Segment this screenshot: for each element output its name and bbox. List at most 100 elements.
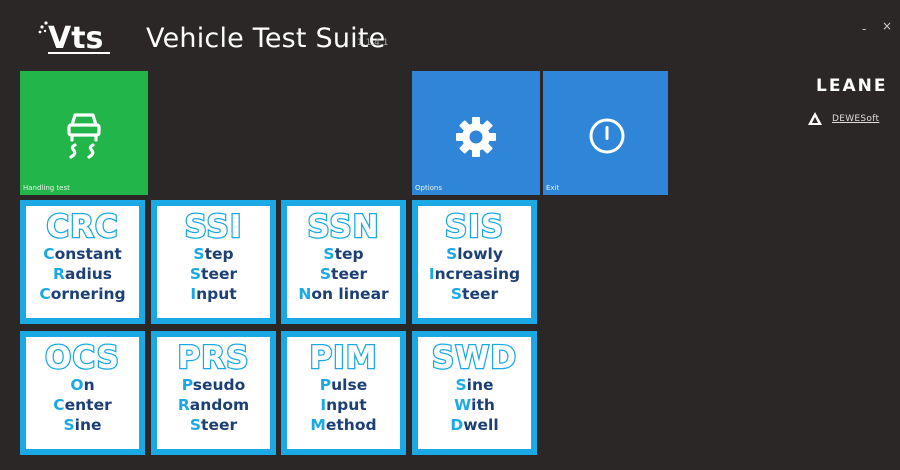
svg-text:Vts: Vts [48, 21, 103, 56]
line-initial: P [319, 376, 332, 394]
line-initial: O [70, 376, 84, 394]
line-rest: teer [201, 265, 238, 283]
power-icon [589, 118, 625, 154]
gear-icon [456, 117, 496, 157]
line-initial: C [43, 245, 55, 263]
line-rest: tep [204, 245, 234, 263]
line-rest: ncreasing [434, 265, 521, 283]
test-description-line: Input [287, 395, 400, 415]
test-abbreviation: OCS [44, 340, 121, 376]
test-button-prs[interactable]: PRS Pseudo Random Steer [151, 331, 276, 455]
line-initial: C [53, 396, 65, 414]
test-description-line: Dwell [418, 415, 531, 435]
test-description-line: Steer [287, 264, 400, 284]
options-label: Options [415, 184, 443, 192]
line-rest: teer [201, 416, 238, 434]
test-description-line: Step [287, 244, 400, 264]
line-initial: S [193, 245, 205, 263]
line-rest: ethod [325, 416, 377, 434]
test-description-line: Input [157, 284, 270, 304]
handling-test-tile[interactable]: Handling test [20, 71, 148, 195]
test-description-line: Pulse [287, 375, 400, 395]
handling-test-label: Handling test [23, 184, 70, 192]
line-rest: teer [462, 285, 499, 303]
line-initial: S [189, 416, 202, 434]
test-description-line: Radius [26, 264, 139, 284]
test-description-line: Cornering [26, 284, 139, 304]
line-rest: ine [466, 376, 494, 394]
line-rest: tep [334, 245, 364, 263]
line-rest: ith [471, 396, 495, 414]
test-description-line: On [26, 375, 139, 395]
test-description-line: Pseudo [157, 375, 270, 395]
test-description-line: Center [26, 395, 139, 415]
test-button-sis[interactable]: SIS Slowly Increasing Steer [412, 200, 537, 324]
test-button-crc[interactable]: CRC Constant Radius Cornering [20, 200, 145, 324]
app-version: 1.1.4.1 [357, 38, 389, 48]
line-initial: C [39, 285, 51, 303]
line-rest: seudo [192, 376, 246, 394]
test-abbreviation: CRC [45, 209, 119, 245]
line-rest: adius [64, 265, 113, 283]
test-button-ssn[interactable]: SSN Step Steer Non linear [281, 200, 406, 324]
dewesoft-icon [808, 112, 822, 125]
test-description-line: Non linear [287, 284, 400, 304]
test-button-ocs[interactable]: OCS On Center Sine [20, 331, 145, 455]
line-initial: R [177, 396, 190, 414]
line-rest: ulse [331, 376, 368, 394]
leane-logo: LEANE [816, 76, 888, 96]
line-initial: R [52, 265, 65, 283]
test-button-swd[interactable]: SWD Sine With Dwell [412, 331, 537, 455]
test-abbreviation: PIM [308, 340, 378, 376]
line-rest: enter [64, 396, 112, 414]
test-description-line: Constant [26, 244, 139, 264]
app-title: Vehicle Test Suite [146, 23, 386, 54]
dewesoft-text: DEWESoft [832, 113, 880, 124]
dewesoft-logo: DEWESoft [808, 112, 879, 125]
test-abbreviation: PRS [176, 340, 250, 376]
line-initial: S [63, 416, 75, 434]
line-rest: lowly [457, 245, 503, 263]
line-initial: S [319, 265, 332, 283]
test-abbreviation: SIS [444, 209, 505, 245]
test-description-line: Sine [418, 375, 531, 395]
line-initial: W [454, 396, 472, 414]
line-initial: D [450, 416, 464, 434]
vts-logo: Vts [38, 21, 110, 56]
minimize-button[interactable]: - [862, 22, 866, 36]
line-rest: n [83, 376, 95, 394]
line-initial: N [298, 285, 312, 303]
line-rest: ine [74, 416, 102, 434]
line-rest: well [463, 416, 499, 434]
line-rest: andom [189, 396, 250, 414]
line-initial: S [450, 285, 463, 303]
test-description-line: Method [287, 415, 400, 435]
exit-tile[interactable]: Exit [543, 71, 668, 195]
line-initial: S [455, 376, 467, 394]
close-button[interactable]: × [882, 19, 892, 33]
test-description-line: Increasing [418, 264, 531, 284]
line-rest: teer [331, 265, 368, 283]
test-button-ssi[interactable]: SSI Step Steer Input [151, 200, 276, 324]
test-abbreviation: SWD [431, 340, 518, 376]
line-rest: nput [196, 285, 237, 303]
car-skid-icon [67, 113, 101, 159]
line-initial: S [189, 265, 202, 283]
test-description-line: Step [157, 244, 270, 264]
test-description-line: Steer [157, 415, 270, 435]
test-description-line: Steer [418, 284, 531, 304]
test-abbreviation: SSI [183, 209, 243, 245]
line-rest: on linear [311, 285, 389, 303]
line-rest: ornering [50, 285, 126, 303]
line-initial: M [310, 416, 326, 434]
line-rest: nput [326, 396, 367, 414]
line-initial: S [323, 245, 335, 263]
test-button-pim[interactable]: PIM Pulse Input Method [281, 331, 406, 455]
test-description-line: With [418, 395, 531, 415]
test-abbreviation: SSN [306, 209, 380, 245]
exit-label: Exit [546, 184, 560, 192]
test-description-line: Random [157, 395, 270, 415]
line-initial: S [446, 245, 458, 263]
test-description-line: Slowly [418, 244, 531, 264]
options-tile[interactable]: Options [412, 71, 540, 195]
